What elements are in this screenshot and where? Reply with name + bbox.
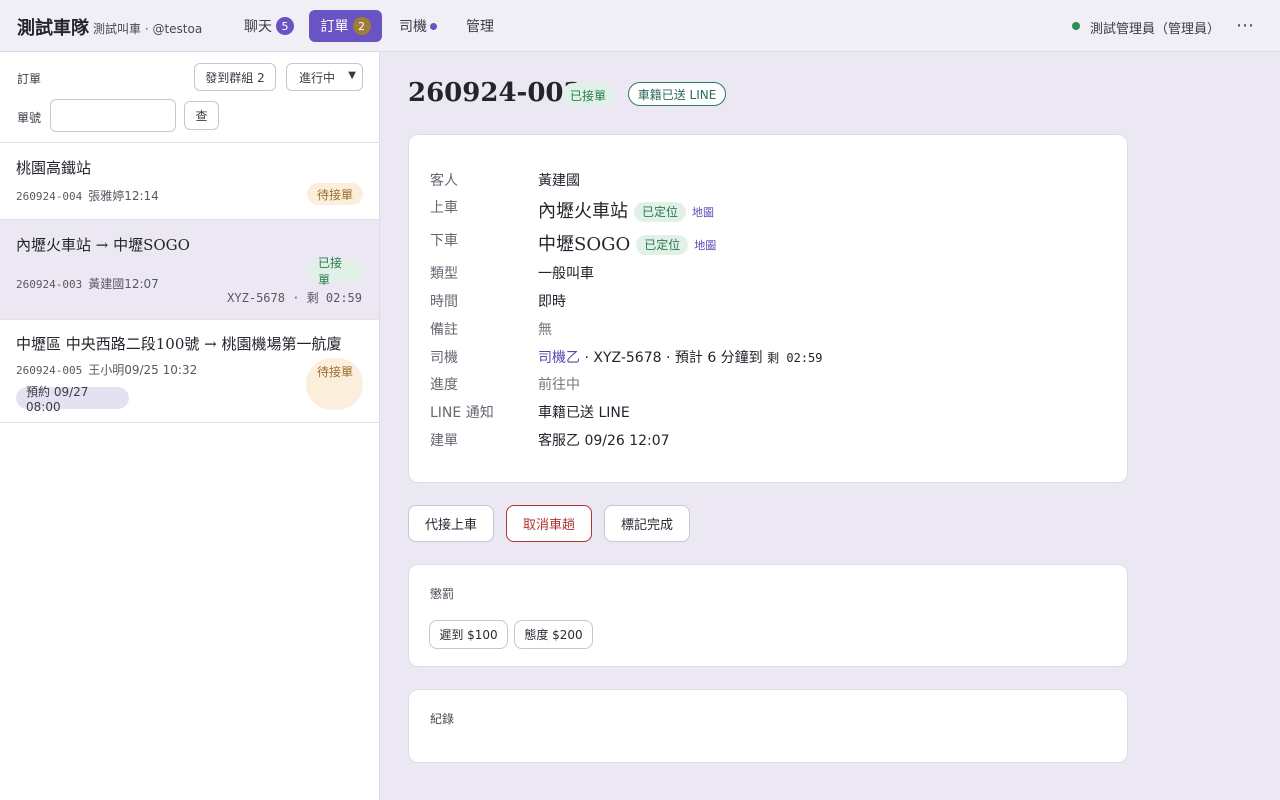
pickup-location: 內壢火車站 已定位 地圖	[538, 197, 714, 223]
order-id: 260924-004	[16, 190, 83, 203]
customer-name: 黃建國	[538, 173, 580, 189]
pickup-located-badge: 已定位	[634, 202, 687, 222]
order-status-badge: 已接單	[562, 83, 614, 107]
order-details-card: 客人 黃建國 上車 內壢火車站 已定位 地圖 下車 中壢SOGO 已定位 地圖 類型 一…	[408, 134, 1128, 483]
more-menu-icon[interactable]: ⋯	[1236, 15, 1255, 36]
penalty-late-button[interactable]: 遲到 $100	[429, 620, 508, 649]
penalty-title: 懲罰	[430, 587, 455, 601]
log-card: 紀錄	[408, 689, 1128, 763]
penalty-attitude-button[interactable]: 態度 $200	[514, 620, 593, 649]
order-list-item[interactable]: 桃園高鐵站 260924-004 張雅婷12:14 待接單	[0, 143, 379, 220]
order-id: 260924-005	[16, 364, 83, 377]
pickup-name: 內壢火車站	[538, 201, 628, 222]
order-customer-time: 黃建國12:07	[88, 277, 159, 291]
dropoff-map-link[interactable]: 地圖	[694, 239, 716, 252]
search-order-button[interactable]: 查	[184, 101, 219, 130]
order-customer-time: 張雅婷12:14	[88, 189, 159, 203]
order-route: 中壢區 中央西路二段100號 → 桃園機場第一航廈	[16, 335, 342, 353]
detail-label: LINE 通知	[430, 405, 494, 421]
status-badge: 已接單	[308, 256, 363, 287]
order-customer-time: 王小明09/25 10:32	[88, 363, 198, 377]
order-vehicle-eta: XYZ-5678 · 剩 02:59	[227, 291, 362, 305]
chevron-down-icon: ▼	[348, 70, 356, 81]
line-sent-badge: 車籍已送 LINE	[628, 82, 726, 106]
line-notification-status: 車籍已送 LINE	[538, 405, 630, 421]
order-meta: 260924-003 黃建國12:07	[16, 275, 159, 292]
dropoff-location: 中壢SOGO 已定位 地圖	[538, 230, 716, 256]
order-route: 桃園高鐵站	[16, 159, 92, 177]
order-number-title: 260924-003	[408, 78, 582, 108]
reservation-badge: 預約 09/27 08:00	[16, 385, 129, 414]
order-time: 即時	[538, 294, 566, 310]
top-bar: 測試車隊 測試叫車 · @testoa 聊天 5 訂單 2 司機 管理 測試管理…	[0, 0, 1280, 52]
detail-label: 類型	[430, 266, 458, 282]
driver-vehicle-eta: · XYZ-5678 · 預計 6 分鐘到	[580, 350, 768, 366]
order-created: 客服乙 09/26 12:07	[538, 433, 670, 449]
order-list-item-selected[interactable]: 內壢火車站 → 中壢SOGO 已接單 260924-003 黃建國12:07 XY…	[0, 220, 379, 320]
mark-complete-button[interactable]: 標記完成	[604, 505, 690, 542]
detail-label: 上車	[430, 200, 458, 216]
order-meta: 260924-005 王小明09/25 10:32	[16, 361, 197, 378]
detail-label: 備註	[430, 322, 458, 338]
status-badge: 待接單	[317, 364, 354, 379]
order-no-input[interactable]	[50, 99, 176, 132]
detail-label: 客人	[430, 173, 458, 189]
status-filter-select[interactable]: 進行中 ▼	[286, 63, 363, 91]
nav-tab-admin[interactable]: 管理	[458, 10, 502, 42]
nav-orders-label: 訂單	[320, 19, 349, 35]
order-sidebar: 訂單 發到群組 2 進行中 ▼ 單號 查 桃園高鐵站 260924-004 張雅婷…	[0, 52, 380, 800]
order-note: 無	[538, 322, 552, 338]
order-no-label: 單號	[17, 111, 42, 125]
detail-label: 建單	[430, 433, 458, 449]
order-meta: 260924-004 張雅婷12:14	[16, 187, 159, 204]
chat-count-badge: 5	[276, 17, 294, 35]
nav-admin-label: 管理	[466, 19, 494, 35]
current-user[interactable]: 測試管理員（管理員）	[1090, 18, 1220, 37]
nav-drivers-label: 司機	[399, 19, 427, 35]
status-filter-value: 進行中	[299, 70, 336, 85]
nav-tab-chat[interactable]: 聊天 5	[236, 10, 302, 42]
order-route: 內壢火車站 → 中壢SOGO	[16, 236, 190, 254]
proxy-pickup-button[interactable]: 代接上車	[408, 505, 494, 542]
send-to-group-button[interactable]: 發到群組 2	[194, 63, 276, 91]
detail-label: 司機	[430, 350, 458, 366]
online-status-dot	[1072, 22, 1080, 30]
driver-remaining-time: 剩 02:59	[767, 351, 823, 365]
detail-label: 下車	[430, 233, 458, 249]
pickup-map-link[interactable]: 地圖	[692, 206, 714, 219]
detail-label: 時間	[430, 294, 458, 310]
drivers-notification-dot	[430, 22, 437, 30]
dropoff-located-badge: 已定位	[636, 235, 689, 255]
driver-name-link[interactable]: 司機乙	[538, 350, 580, 366]
status-badge: 待接單	[307, 183, 363, 205]
order-list-item[interactable]: 中壢區 中央西路二段100號 → 桃園機場第一航廈 260924-005 王小明0…	[0, 320, 379, 423]
orders-count-badge: 2	[352, 17, 371, 35]
penalty-card: 懲罰 遲到 $100 態度 $200	[408, 564, 1128, 667]
nav-tab-orders[interactable]: 訂單 2	[309, 10, 382, 42]
nav-chat-label: 聊天	[244, 19, 272, 35]
log-title: 紀錄	[430, 712, 455, 726]
driver-info: 司機乙 · XYZ-5678 · 預計 6 分鐘到 剩 02:59	[538, 347, 823, 367]
order-progress: 前往中	[538, 377, 580, 393]
cancel-ride-button[interactable]: 取消車趟	[506, 505, 592, 542]
orders-label: 訂單	[17, 72, 42, 86]
dropoff-name: 中壢SOGO	[538, 234, 631, 255]
brand-subtitle: 測試叫車 · @testoa	[93, 22, 203, 36]
nav-tab-drivers[interactable]: 司機	[391, 10, 445, 42]
detail-label: 進度	[430, 377, 458, 393]
brand-title: 測試車隊	[17, 18, 89, 39]
order-id: 260924-003	[16, 278, 83, 291]
order-type: 一般叫車	[538, 266, 594, 282]
